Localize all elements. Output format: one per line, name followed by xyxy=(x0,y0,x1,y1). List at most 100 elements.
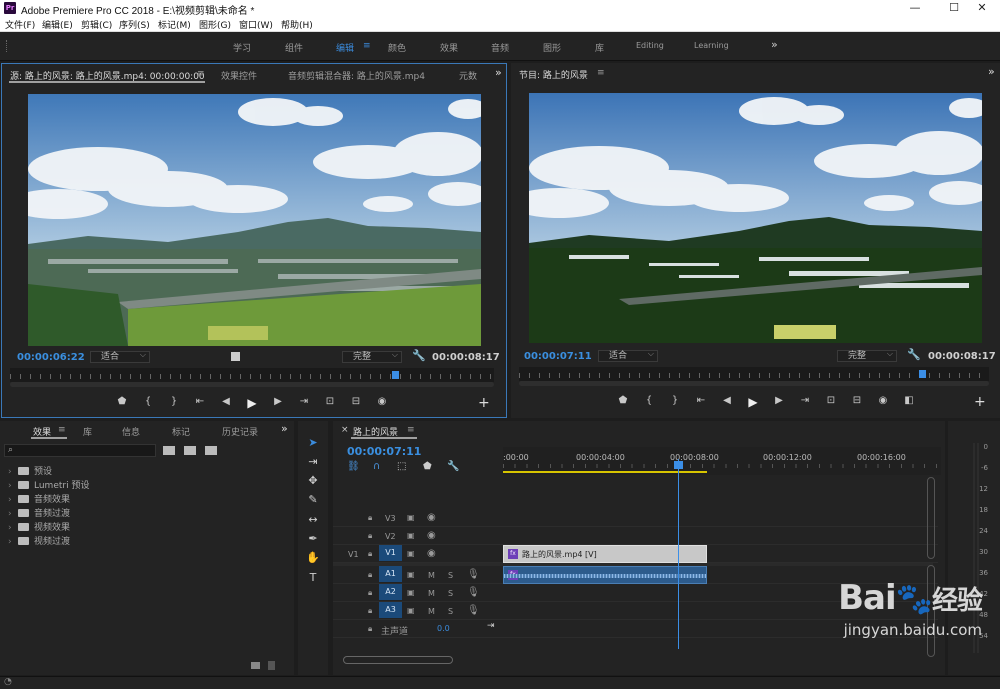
go-to-in-button[interactable]: ⇤ xyxy=(694,395,708,406)
source-video-frame[interactable] xyxy=(28,94,481,346)
program-title[interactable]: 节目: 路上的风景 xyxy=(519,68,588,81)
lock-icon[interactable]: 🔒︎ xyxy=(368,606,372,616)
hand-icon[interactable]: ✋ xyxy=(306,551,320,565)
menu-graphics[interactable]: 图形(G) xyxy=(199,18,231,31)
program-fit-dropdown[interactable]: 适合 xyxy=(598,349,658,362)
marker-button[interactable]: ⬟ xyxy=(115,396,129,407)
marker-button[interactable]: ⬟ xyxy=(616,395,630,406)
mute-button[interactable]: M xyxy=(428,607,435,616)
lock-icon[interactable]: 🔒︎ xyxy=(368,624,372,634)
timeline-zoom-scrollbar[interactable] xyxy=(343,656,453,664)
tab-metadata[interactable]: 元数 xyxy=(459,69,477,82)
source-settings-icon[interactable] xyxy=(231,352,240,361)
source-add-button[interactable]: + xyxy=(478,395,490,411)
menu-help[interactable]: 帮助(H) xyxy=(281,18,313,31)
workspace-learning-en[interactable]: Learning xyxy=(694,41,729,50)
pen-icon[interactable]: ✒ xyxy=(306,532,320,546)
slip-icon[interactable]: ↔ xyxy=(306,513,320,527)
lock-icon[interactable]: 🔒︎ xyxy=(368,588,372,598)
workspace-overflow-icon[interactable]: » xyxy=(771,38,778,51)
step-forward-button[interactable]: ▶ xyxy=(271,396,285,407)
track-target-a3[interactable]: A3 xyxy=(379,602,402,618)
snap-magnet-icon[interactable]: ∩ xyxy=(373,461,380,472)
tab-info[interactable]: 信息 xyxy=(122,425,140,438)
lock-icon[interactable]: 🔒︎ xyxy=(368,531,372,541)
program-add-button[interactable]: + xyxy=(974,394,986,410)
menu-marker[interactable]: 标记(M) xyxy=(158,18,191,31)
timeline-timecode[interactable]: 00:00:07:11 xyxy=(347,445,421,458)
timeline-ruler[interactable]: :00:00 00:00:04:00 00:00:08:00 00:00:12:… xyxy=(503,447,941,475)
solo-button[interactable]: S xyxy=(448,571,453,580)
tab-libraries[interactable]: 库 xyxy=(83,425,92,438)
accelerated-effects-icon[interactable] xyxy=(163,446,175,455)
32bit-effects-icon[interactable] xyxy=(184,446,196,455)
list-item[interactable]: › Lumetri 预设 xyxy=(8,478,89,491)
timeline-playhead[interactable] xyxy=(674,459,684,649)
compare-button[interactable]: ◧ xyxy=(902,395,916,406)
out-point-button[interactable]: } xyxy=(167,396,181,407)
effects-search-field[interactable]: ⌕ xyxy=(4,444,156,457)
program-video-frame[interactable] xyxy=(529,93,982,343)
list-item[interactable]: › 音频过渡 xyxy=(8,506,70,519)
effects-tab-menu-icon[interactable]: ≡ xyxy=(58,425,66,435)
eye-icon[interactable]: ◉ xyxy=(427,512,436,523)
play-button[interactable]: ▶ xyxy=(746,395,760,409)
new-bin-icon[interactable] xyxy=(251,662,260,669)
type-icon[interactable]: T xyxy=(306,571,320,585)
menu-edit[interactable]: 编辑(E) xyxy=(42,18,73,31)
work-area-bar[interactable] xyxy=(503,471,708,473)
list-item[interactable]: › 视频效果 xyxy=(8,520,70,533)
wrench-icon[interactable]: 🔧 xyxy=(907,348,921,361)
out-point-button[interactable]: } xyxy=(668,395,682,406)
sync-lock-icon[interactable]: ▣ xyxy=(407,531,415,540)
program-playhead[interactable] xyxy=(919,370,926,378)
tab-history[interactable]: 历史记录 xyxy=(222,425,258,438)
master-volume-value[interactable]: 0.0 xyxy=(437,624,450,633)
eye-icon[interactable]: ◉ xyxy=(427,530,436,541)
microphone-icon[interactable]: 🎙︎ xyxy=(467,569,480,580)
sync-lock-icon[interactable]: ▣ xyxy=(407,606,415,615)
tab-markers[interactable]: 标记 xyxy=(172,425,190,438)
microphone-icon[interactable]: 🎙︎ xyxy=(467,605,480,616)
source-tab-menu-icon[interactable]: ≡ xyxy=(197,69,205,79)
minimize-button[interactable]: — xyxy=(895,0,935,16)
timeline-settings-icon[interactable]: 🔧 xyxy=(447,461,459,472)
go-to-out-button[interactable]: ⇥ xyxy=(297,396,311,407)
yuv-effects-icon[interactable] xyxy=(205,446,217,455)
timeline-close-icon[interactable]: × xyxy=(341,425,349,435)
source-zoom-bar[interactable] xyxy=(10,382,494,387)
tab-audio-clip-mixer[interactable]: 音频剪辑混合器: 路上的风景.mp4 xyxy=(288,69,425,82)
go-to-end-icon[interactable]: ⇥ xyxy=(487,621,495,631)
program-overflow-icon[interactable]: » xyxy=(988,65,995,78)
source-patch-v1[interactable]: V1 xyxy=(348,550,359,559)
workspace-color[interactable]: 颜色 xyxy=(388,41,406,54)
video-tracks-scrollbar[interactable] xyxy=(927,477,935,559)
mute-button[interactable]: M xyxy=(428,589,435,598)
workspace-assembly[interactable]: 组件 xyxy=(285,41,303,54)
microphone-icon[interactable]: 🎙︎ xyxy=(467,587,480,598)
sync-lock-icon[interactable]: ▣ xyxy=(407,549,415,558)
list-item[interactable]: › 预设 xyxy=(8,464,52,477)
lock-icon[interactable]: 🔒︎ xyxy=(368,513,372,523)
export-frame-button[interactable]: ◉ xyxy=(375,396,389,407)
go-to-in-button[interactable]: ⇤ xyxy=(193,396,207,407)
insert-button[interactable]: ⊡ xyxy=(323,396,337,407)
source-overflow-icon[interactable]: » xyxy=(495,66,502,79)
snap-nest-icon[interactable]: ⛓ xyxy=(347,461,360,472)
sync-lock-icon[interactable]: ▣ xyxy=(407,588,415,597)
program-tab-menu-icon[interactable]: ≡ xyxy=(597,68,605,78)
menu-clip[interactable]: 剪辑(C) xyxy=(81,18,112,31)
menu-sequence[interactable]: 序列(S) xyxy=(119,18,150,31)
video-clip[interactable]: fx 路上的风景.mp4 [V] xyxy=(503,545,708,563)
delete-icon[interactable] xyxy=(268,661,275,670)
track-select-icon[interactable]: ⇥ xyxy=(306,455,320,469)
workspace-libraries[interactable]: 库 xyxy=(595,41,604,54)
in-point-button[interactable]: { xyxy=(642,395,656,406)
menu-window[interactable]: 窗口(W) xyxy=(239,18,273,31)
playhead-handle[interactable] xyxy=(674,461,684,469)
program-timecode[interactable]: 00:00:07:11 xyxy=(524,351,592,362)
step-back-button[interactable]: ◀ xyxy=(219,396,233,407)
step-back-button[interactable]: ◀ xyxy=(720,395,734,406)
track-target-v1[interactable]: V1 xyxy=(379,545,402,561)
mute-button[interactable]: M xyxy=(428,571,435,580)
